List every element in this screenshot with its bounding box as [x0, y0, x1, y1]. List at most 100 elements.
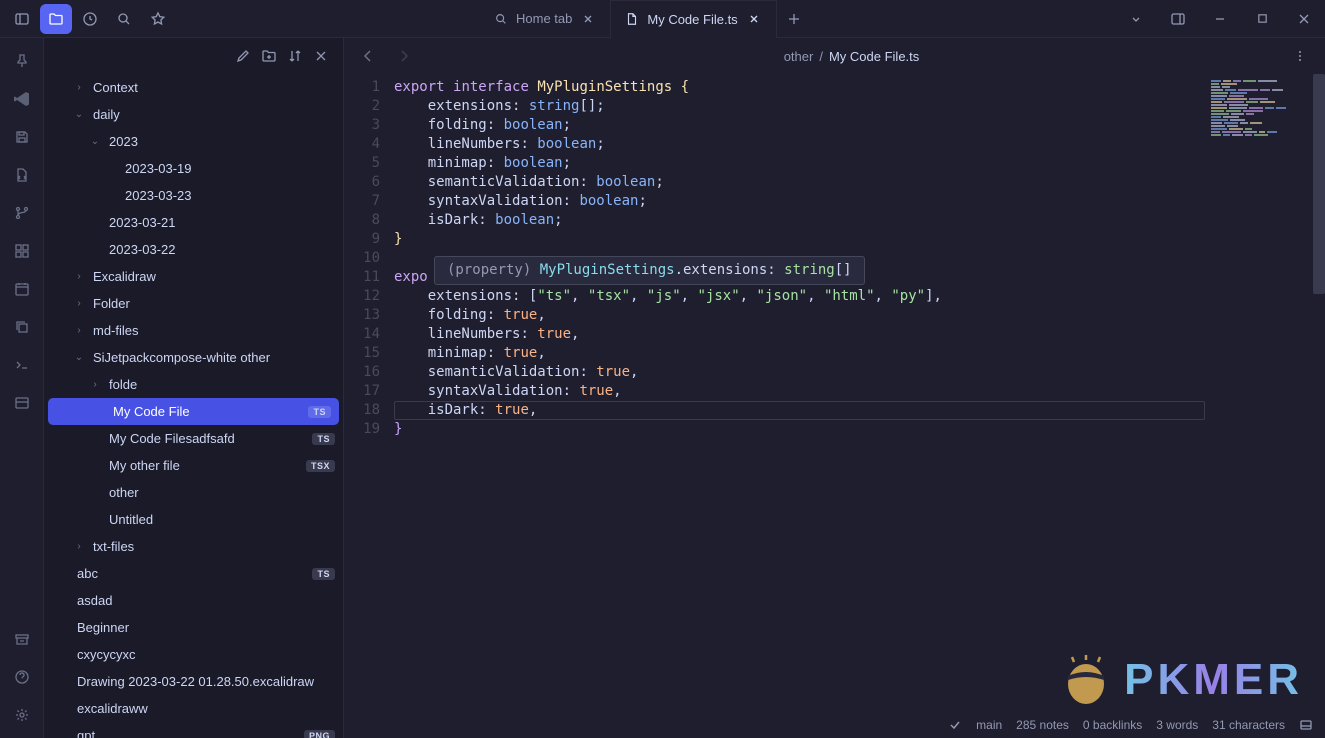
star-icon[interactable]	[142, 4, 174, 34]
minimap[interactable]	[1211, 80, 1321, 140]
tree-item[interactable]: Beginner	[44, 614, 343, 641]
code-line[interactable]: extensions: ["ts", "tsx", "js", "jsx", "…	[394, 287, 1325, 306]
chevron-right-icon[interactable]: ›	[72, 541, 86, 552]
chevron-right-icon[interactable]: ›	[72, 325, 86, 336]
breadcrumb-parent[interactable]: other	[784, 49, 814, 64]
code-line[interactable]: extensions: string[];	[394, 97, 1325, 116]
new-note-icon[interactable]	[235, 48, 251, 64]
search-top-icon[interactable]	[108, 4, 140, 34]
new-folder-icon[interactable]	[261, 48, 277, 64]
tree-item[interactable]: gptPNG	[44, 722, 343, 738]
code-line[interactable]: folding: true,	[394, 306, 1325, 325]
chevron-down-icon[interactable]: ⌄	[72, 109, 86, 120]
save-icon[interactable]	[5, 120, 39, 154]
tree-item[interactable]: 2023-03-19	[44, 155, 343, 182]
code-line[interactable]: }	[394, 230, 1325, 249]
calendar-icon[interactable]	[5, 272, 39, 306]
git-branch-icon[interactable]	[5, 196, 39, 230]
layout-icon[interactable]	[5, 386, 39, 420]
help-icon[interactable]	[5, 660, 39, 694]
tree-item[interactable]: Untitled	[44, 506, 343, 533]
tree-item[interactable]: ⌄SiJetpackcompose-white other	[44, 344, 343, 371]
pin-icon[interactable]	[5, 44, 39, 78]
chevron-down-icon[interactable]: ⌄	[88, 136, 102, 147]
status-panel-icon[interactable]	[1299, 718, 1313, 732]
code-line[interactable]: export interface MyPluginSettings {	[394, 78, 1325, 97]
breadcrumb[interactable]: other / My Code File.ts	[428, 49, 1275, 64]
code-line[interactable]: lineNumbers: boolean;	[394, 135, 1325, 154]
tree-item[interactable]: ⌄2023	[44, 128, 343, 155]
tree-item[interactable]: My other fileTSX	[44, 452, 343, 479]
breadcrumb-current[interactable]: My Code File.ts	[829, 49, 919, 64]
chevron-down-icon[interactable]	[1115, 0, 1157, 38]
code-line[interactable]: }	[394, 420, 1325, 439]
code-line[interactable]: minimap: true,	[394, 344, 1325, 363]
status-check-icon[interactable]	[948, 718, 962, 732]
tree-item[interactable]: 2023-03-21	[44, 209, 343, 236]
status-words[interactable]: 3 words	[1156, 718, 1198, 732]
scrollbar[interactable]	[1313, 74, 1325, 294]
tree-item[interactable]: ›txt-files	[44, 533, 343, 560]
grid-icon[interactable]	[5, 234, 39, 268]
code-line[interactable]: isDark: boolean;	[394, 211, 1325, 230]
sort-icon[interactable]	[287, 48, 303, 64]
collapse-icon[interactable]	[313, 48, 329, 64]
folder-icon[interactable]	[40, 4, 72, 34]
tree-item[interactable]: My Code FileTS	[48, 398, 339, 425]
history-icon[interactable]	[74, 4, 106, 34]
code-line[interactable]: lineNumbers: true,	[394, 325, 1325, 344]
tab-code-file[interactable]: My Code File.ts	[611, 0, 776, 38]
tree-item[interactable]: ›Folder	[44, 290, 343, 317]
chevron-right-icon[interactable]: ›	[88, 379, 102, 390]
terminal-icon[interactable]	[5, 348, 39, 382]
vscode-icon[interactable]	[5, 82, 39, 116]
code-line[interactable]: syntaxValidation: boolean;	[394, 192, 1325, 211]
more-menu-icon[interactable]	[1287, 49, 1313, 63]
nav-back[interactable]	[356, 44, 380, 68]
gear-icon[interactable]	[5, 698, 39, 732]
new-tab-button[interactable]	[777, 12, 811, 26]
file-tree[interactable]: ›Context⌄daily⌄20232023-03-192023-03-232…	[44, 74, 343, 738]
copy-icon[interactable]	[5, 310, 39, 344]
archive-icon[interactable]	[5, 622, 39, 656]
code-line[interactable]: minimap: boolean;	[394, 154, 1325, 173]
chevron-right-icon[interactable]: ›	[72, 82, 86, 93]
chevron-right-icon[interactable]: ›	[72, 271, 86, 282]
tree-item[interactable]: ›md-files	[44, 317, 343, 344]
code-line[interactable]: semanticValidation: boolean;	[394, 173, 1325, 192]
window-minimize[interactable]	[1199, 0, 1241, 38]
tree-item[interactable]: ›Excalidraw	[44, 263, 343, 290]
code-line[interactable]: semanticValidation: true,	[394, 363, 1325, 382]
chevron-right-icon[interactable]: ›	[72, 298, 86, 309]
status-chars[interactable]: 31 characters	[1212, 718, 1285, 732]
tree-item[interactable]: 2023-03-22	[44, 236, 343, 263]
status-branch[interactable]: main	[976, 718, 1002, 732]
panel-left-icon[interactable]	[6, 4, 38, 34]
tree-item[interactable]: excalidraww	[44, 695, 343, 722]
tree-item[interactable]: ›Context	[44, 74, 343, 101]
code-content[interactable]: (property) MyPluginSettings.extensions: …	[394, 74, 1325, 738]
tree-item[interactable]: other	[44, 479, 343, 506]
tree-item[interactable]: ⌄daily	[44, 101, 343, 128]
tree-item[interactable]: 2023-03-23	[44, 182, 343, 209]
status-notes[interactable]: 285 notes	[1016, 718, 1069, 732]
nav-forward[interactable]	[392, 44, 416, 68]
close-icon[interactable]	[580, 11, 596, 27]
tree-item[interactable]: cxycycyxc	[44, 641, 343, 668]
tree-item[interactable]: Drawing 2023-03-22 01.28.50.excalidraw	[44, 668, 343, 695]
status-backlinks[interactable]: 0 backlinks	[1083, 718, 1142, 732]
chevron-down-icon[interactable]: ⌄	[72, 352, 86, 363]
close-icon[interactable]	[746, 11, 762, 27]
window-close[interactable]	[1283, 0, 1325, 38]
tree-item[interactable]: asdad	[44, 587, 343, 614]
code-line[interactable]: isDark: true,	[394, 401, 1325, 420]
tree-item[interactable]: abcTS	[44, 560, 343, 587]
tab-home[interactable]: Home tab	[480, 0, 611, 38]
code-file-icon[interactable]	[5, 158, 39, 192]
tree-item[interactable]: My Code FilesadfsafdTS	[44, 425, 343, 452]
code-line[interactable]: syntaxValidation: true,	[394, 382, 1325, 401]
window-maximize[interactable]	[1241, 0, 1283, 38]
tree-item[interactable]: ›folde	[44, 371, 343, 398]
code-line[interactable]: folding: boolean;	[394, 116, 1325, 135]
panel-right-icon[interactable]	[1157, 0, 1199, 38]
